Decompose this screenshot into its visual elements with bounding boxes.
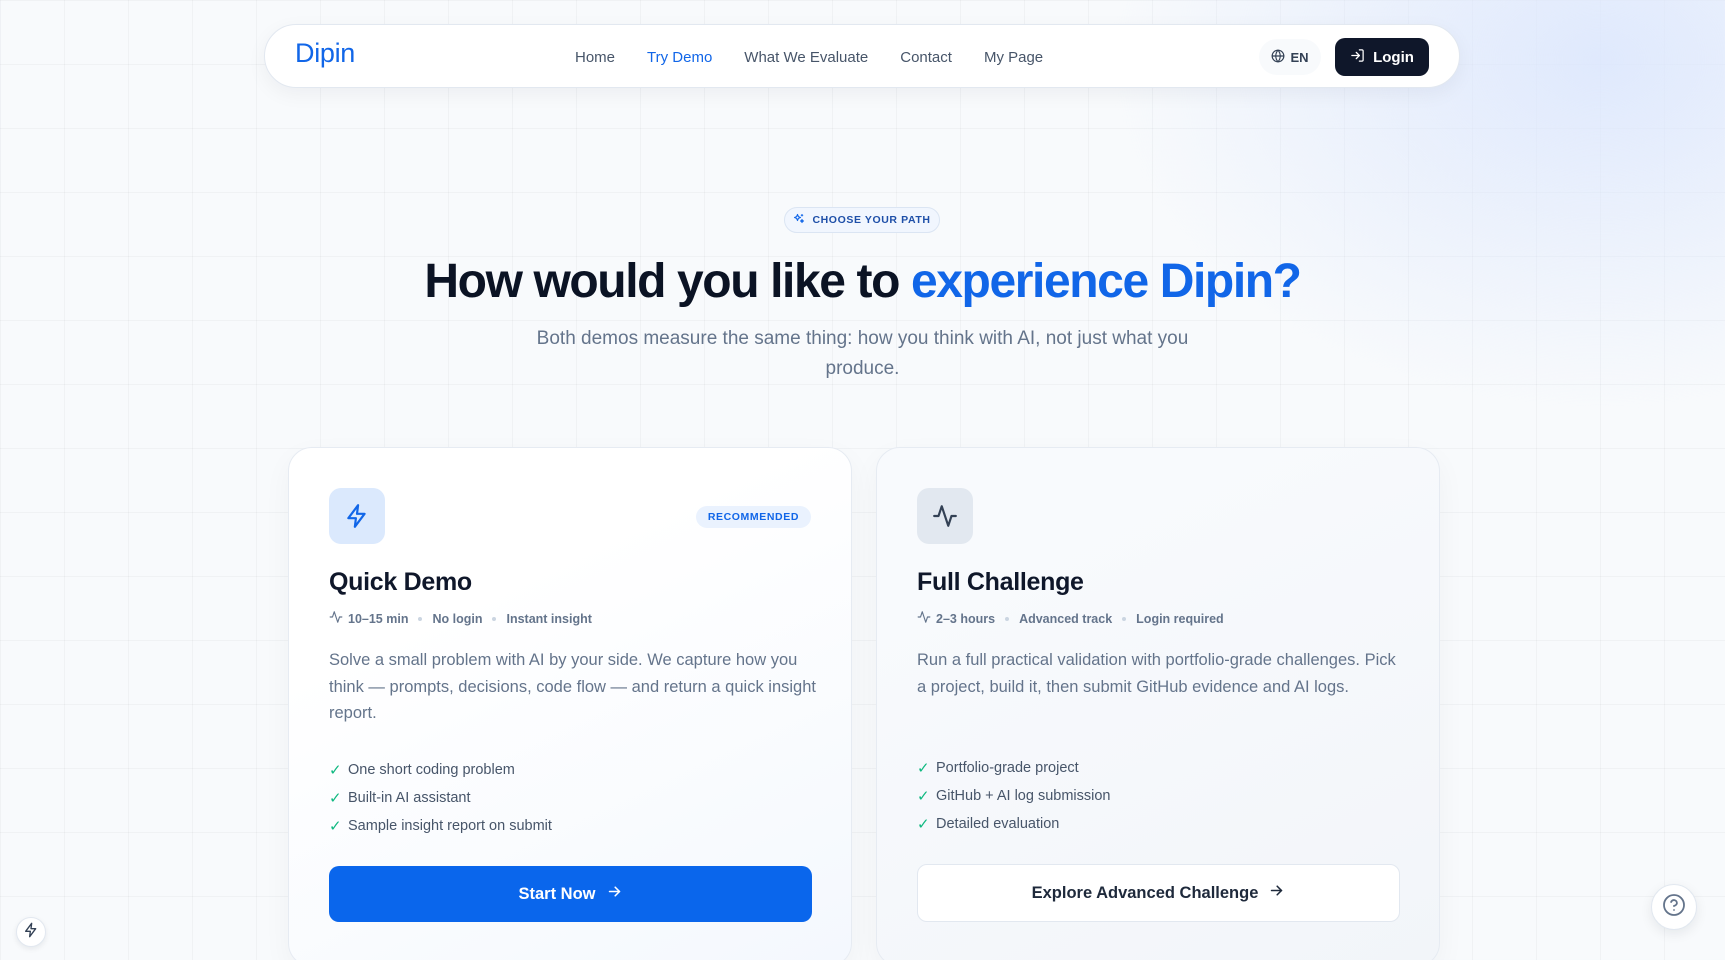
- feature-label: Built-in AI assistant: [348, 790, 471, 806]
- list-item: ✓ Built-in AI assistant: [329, 784, 552, 812]
- list-item: ✓ GitHub + AI log submission: [917, 782, 1111, 810]
- arrow-right-icon: [1268, 882, 1285, 904]
- title-accent: experience Dipin?: [910, 255, 1302, 308]
- lightning-bolt-icon: [23, 922, 39, 943]
- dev-tools-button[interactable]: [16, 917, 46, 947]
- track-label: Advanced track: [1019, 611, 1113, 626]
- login-icon: [1350, 48, 1365, 67]
- page-subtitle: Both demos measure the same thing: how y…: [536, 328, 1189, 379]
- brand-logo[interactable]: Dipin: [295, 38, 355, 69]
- globe-icon: [1271, 49, 1285, 66]
- top-navbar: Dipin Home Try Demo What We Evaluate Con…: [264, 24, 1460, 88]
- card-title: Quick Demo: [329, 568, 472, 596]
- card-meta: 10–15 min No login Instant insight: [329, 610, 592, 627]
- result-type-label: Instant insight: [506, 611, 592, 626]
- activity-pulse-icon: [329, 610, 343, 627]
- meta-separator: [418, 616, 423, 621]
- check-icon: ✓: [329, 762, 342, 779]
- feature-list: ✓ One short coding problem ✓ Built-in AI a…: [329, 756, 552, 840]
- nav-link-my-page[interactable]: My Page: [984, 49, 1043, 66]
- meta-separator: [1122, 616, 1127, 621]
- card-description: Solve a small problem with AI by your si…: [329, 651, 816, 722]
- check-icon: ✓: [329, 818, 342, 835]
- login-requirement-label: No login: [432, 611, 483, 626]
- start-now-button[interactable]: Start Now: [329, 866, 812, 922]
- recommended-badge: RECOMMENDED: [695, 506, 811, 528]
- cta-label: Explore Advanced Challenge: [1031, 883, 1259, 902]
- title-prefix: How would you like to: [424, 255, 911, 308]
- duration-label: 10–15 min: [348, 611, 409, 626]
- arrow-right-icon: [606, 883, 623, 905]
- explore-advanced-challenge-button[interactable]: Explore Advanced Challenge: [917, 864, 1400, 922]
- list-item: ✓ One short coding problem: [329, 756, 552, 784]
- choose-path-pill: CHOOSE YOUR PATH: [784, 207, 940, 233]
- feature-list: ✓ Portfolio-grade project ✓ GitHub + AI lo…: [917, 754, 1111, 838]
- list-item: ✓ Portfolio-grade project: [917, 754, 1111, 782]
- card-description: Run a full practical validation with por…: [917, 651, 1396, 696]
- list-item: ✓ Sample insight report on submit: [329, 812, 552, 840]
- meta-separator: [492, 616, 497, 621]
- feature-label: Sample insight report on submit: [348, 818, 552, 834]
- help-circle-icon: [1662, 893, 1686, 922]
- feature-label: Detailed evaluation: [936, 816, 1060, 832]
- feature-label: GitHub + AI log submission: [936, 788, 1111, 804]
- nav-link-home[interactable]: Home: [575, 49, 615, 66]
- duration-label: 2–3 hours: [936, 611, 996, 626]
- duration-meta: 2–3 hours: [917, 610, 995, 627]
- feature-label: One short coding problem: [348, 762, 515, 778]
- help-button[interactable]: [1651, 884, 1697, 930]
- nav-link-what-we-evaluate[interactable]: What We Evaluate: [744, 49, 868, 66]
- check-icon: ✓: [329, 790, 342, 807]
- duration-meta: 10–15 min: [329, 610, 408, 627]
- card-meta: 2–3 hours Advanced track Login required: [917, 610, 1224, 627]
- check-icon: ✓: [917, 816, 930, 833]
- nav-links: Home Try Demo What We Evaluate Contact M…: [575, 25, 1043, 89]
- nav-link-contact[interactable]: Contact: [900, 49, 952, 66]
- login-button[interactable]: Login: [1335, 38, 1429, 76]
- lightning-bolt-icon: [329, 488, 385, 544]
- pill-label: CHOOSE YOUR PATH: [812, 214, 931, 226]
- check-icon: ✓: [917, 760, 930, 777]
- nav-link-try-demo[interactable]: Try Demo: [647, 49, 712, 66]
- login-requirement-label: Login required: [1136, 611, 1224, 626]
- quick-demo-card: RECOMMENDED Quick Demo 10–15 min No logi…: [288, 447, 852, 960]
- page-title: How would you like to experience Dipin?: [0, 251, 1725, 313]
- activity-pulse-icon: [917, 488, 973, 544]
- meta-separator: [1005, 616, 1010, 621]
- list-item: ✓ Detailed evaluation: [917, 810, 1111, 838]
- feature-label: Portfolio-grade project: [936, 760, 1079, 776]
- cta-label: Start Now: [518, 884, 596, 903]
- language-selector[interactable]: EN: [1259, 39, 1321, 75]
- card-title: Full Challenge: [917, 568, 1084, 596]
- full-challenge-card: Full Challenge 2–3 hours Advanced track …: [876, 447, 1440, 960]
- login-label: Login: [1373, 48, 1414, 66]
- sparkles-icon: [793, 213, 805, 228]
- language-label: EN: [1290, 49, 1309, 65]
- check-icon: ✓: [917, 788, 930, 805]
- activity-pulse-icon: [917, 610, 931, 627]
